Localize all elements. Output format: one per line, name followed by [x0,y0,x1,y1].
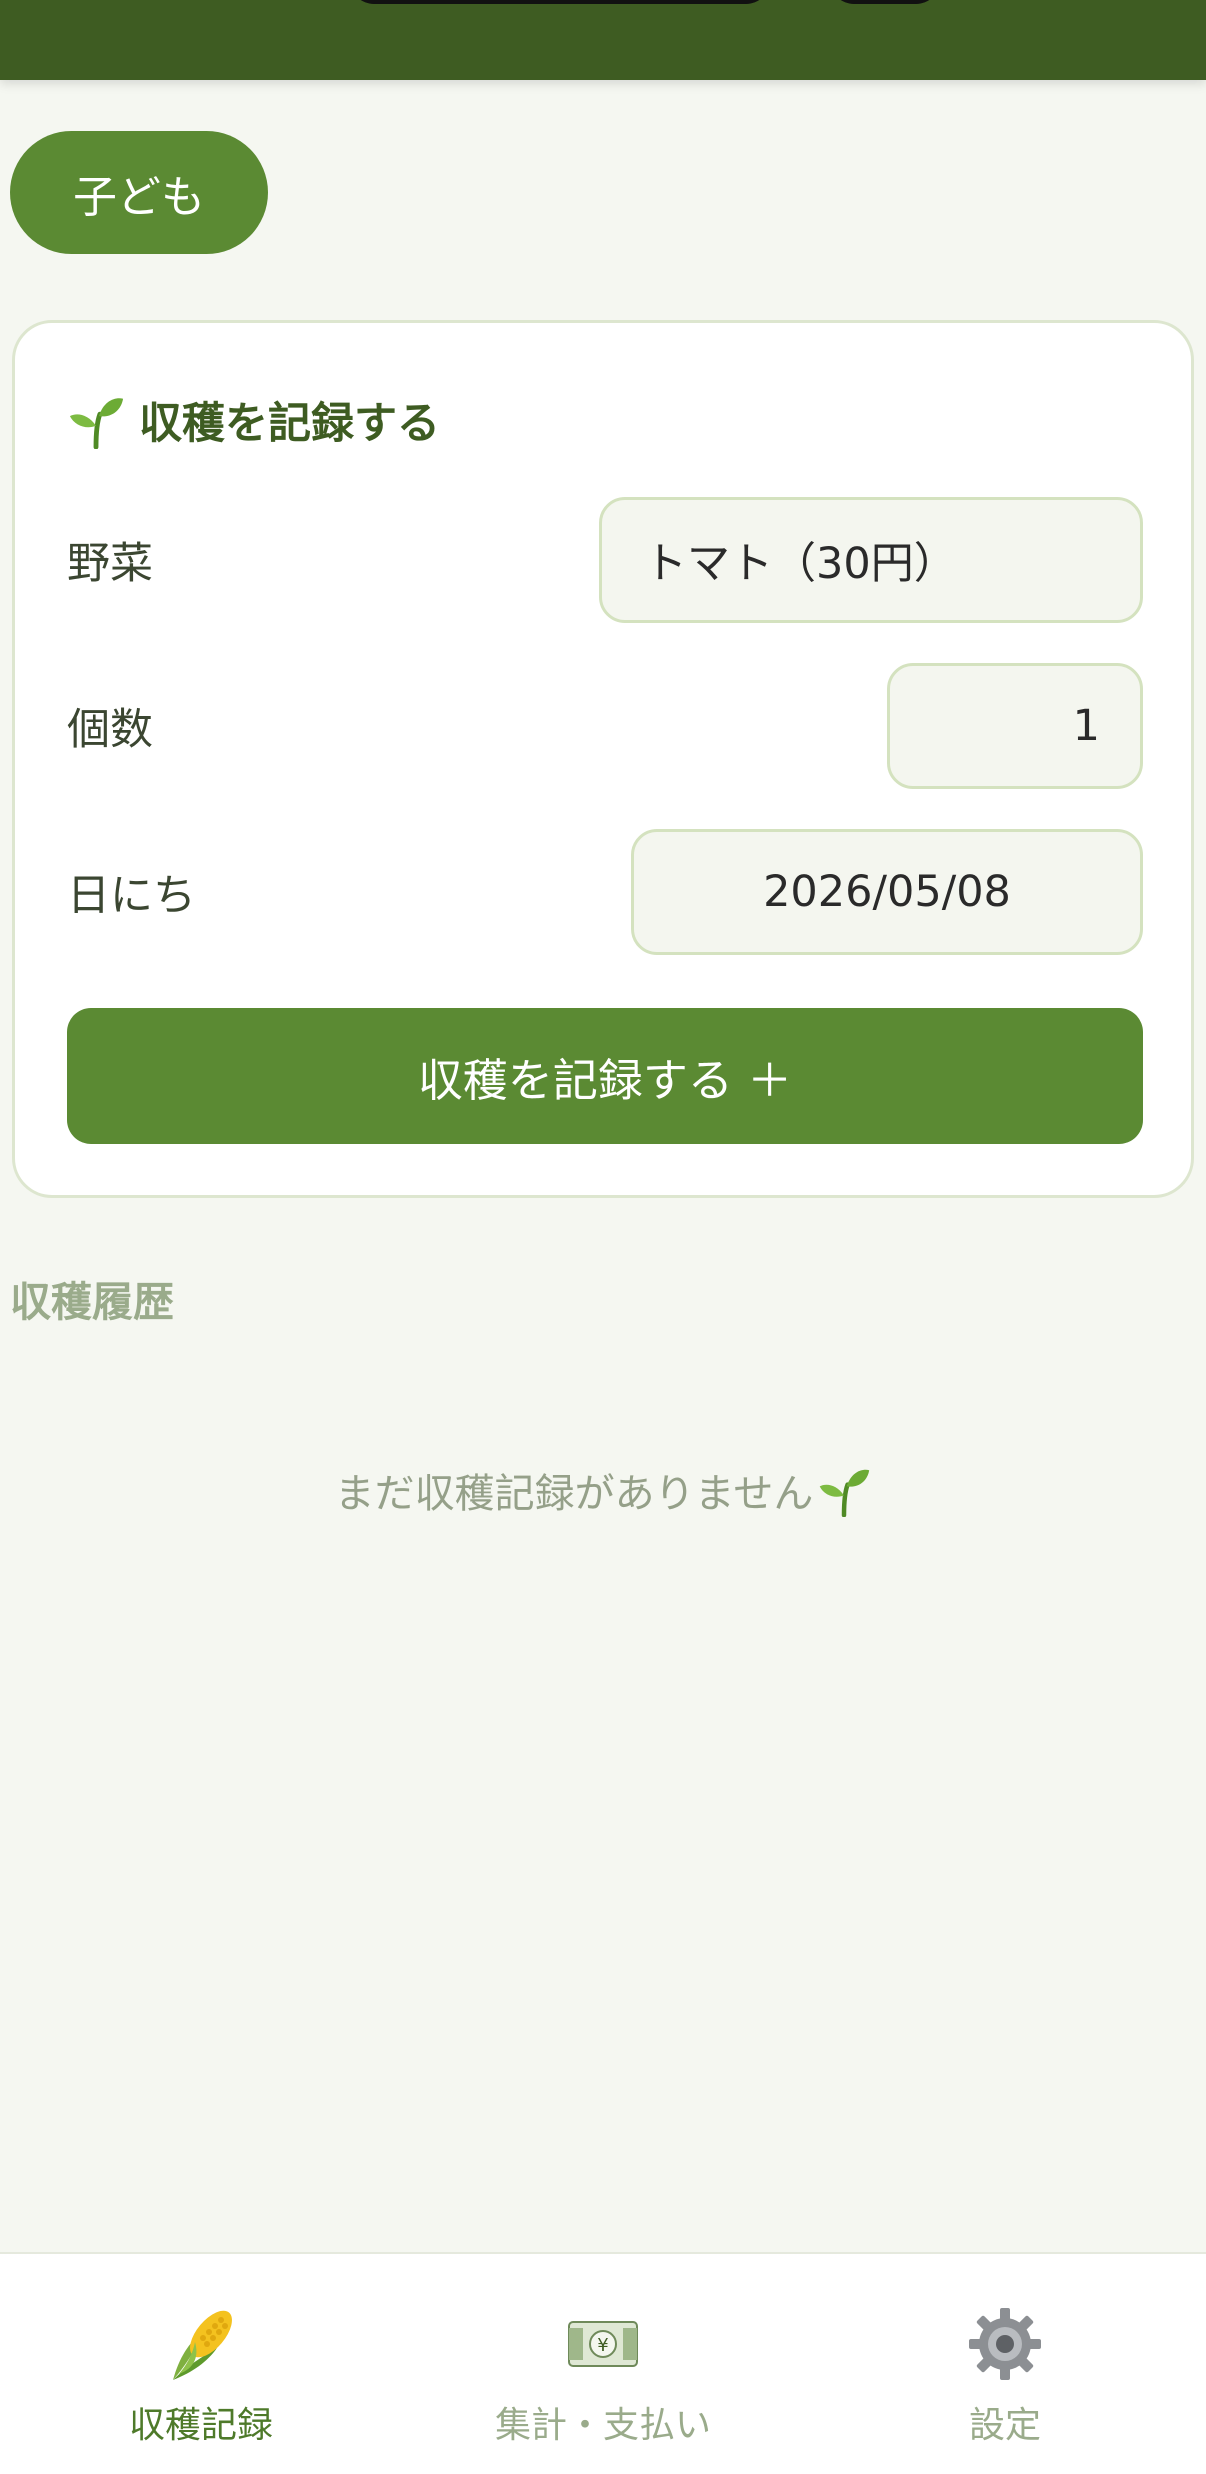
nav-item-summary-payment[interactable]: ¥ 集計・支払い [402,2254,804,2474]
nav-label: 集計・支払い [494,2405,711,2446]
nav-item-settings[interactable]: 設定 [804,2254,1206,2474]
sprout-icon [820,1469,870,1517]
banknote-icon: ¥ [568,2321,638,2367]
quantity-label: 個数 [67,705,153,755]
vegetable-label: 野菜 [67,539,153,589]
header-pill-right[interactable] [830,0,940,4]
svg-text:¥: ¥ [597,2335,608,2356]
quantity-input[interactable]: 1 [887,663,1143,789]
nav-item-harvest-record[interactable]: 収穫記録 [0,2254,402,2474]
history-heading: 収穫履歴 [10,1278,174,1326]
header-pill-left[interactable] [350,0,770,4]
empty-message: まだ収穫記録がありません [334,1471,814,1517]
date-input[interactable]: 2026/05/08 [631,829,1143,955]
history-empty-state: まだ収穫記録がありません [0,1458,1206,1522]
date-label: 日にち [67,871,196,921]
corn-icon [173,2310,232,2380]
card-title-text: 収穫を記録する [139,399,440,449]
vegetable-select[interactable]: トマト（30円） [599,497,1143,623]
harvest-record-card: 収穫を記録する 野菜 トマト（30円） 個数 1 日にち 2026/05/08 … [12,320,1194,1198]
record-harvest-button[interactable]: 収穫を記録する ＋ [67,1008,1143,1144]
app-header-bar [0,0,1206,80]
sprout-icon [69,398,124,449]
child-profile-chip[interactable]: 子ども [10,131,268,254]
bottom-navigation: 収穫記録 ¥ 集計・支払い 設定 [0,2252,1206,2474]
gear-icon [969,2308,1041,2380]
nav-label: 収穫記録 [128,2405,273,2446]
card-title: 収穫を記録する [67,385,440,455]
nav-label: 設定 [968,2405,1041,2446]
